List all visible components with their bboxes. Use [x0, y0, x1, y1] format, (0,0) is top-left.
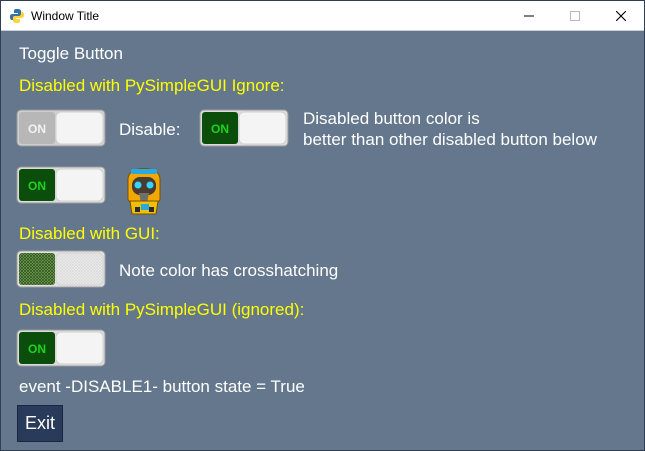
window-content: Toggle Button Disabled with PySimpleGUI … [1, 31, 644, 451]
toggle-disable-control-label: ON [211, 122, 229, 136]
maximize-icon [570, 10, 580, 21]
close-button[interactable] [598, 1, 644, 30]
toggle-enabled-label: ON [28, 179, 46, 193]
toggle-ignored-disabled[interactable]: ON [16, 109, 106, 147]
note-line-1: Disabled button color is [303, 109, 480, 128]
toggle-ignored-enabled-label: ON [28, 342, 46, 356]
section-label-pysimplegui-ignored: Disabled with PySimpleGUI (ignored): [19, 300, 305, 319]
toggle-ignored-disabled-label: ON [28, 122, 46, 136]
heading-toggle-button: Toggle Button [19, 44, 123, 63]
toggle-ignored-enabled[interactable]: ON [16, 329, 106, 367]
section-label-gui: Disabled with GUI: [19, 224, 160, 243]
disable-label: Disable: [119, 120, 181, 139]
robot-mascot-icon [127, 168, 161, 215]
crosshatch-note: Note color has crosshatching [119, 261, 339, 280]
note-line-2: better than other disabled button below [303, 130, 597, 149]
close-icon [616, 10, 626, 21]
main-window: Window Title Toggle Button Disabled with… [0, 0, 645, 451]
minimize-button[interactable] [506, 1, 552, 30]
python-logo-icon [10, 9, 24, 23]
window-title: Window Title [31, 9, 100, 23]
event-status-text: event -DISABLE1- button state = True [19, 377, 305, 396]
toggle-enabled[interactable]: ON [16, 166, 106, 204]
maximize-button[interactable] [552, 1, 598, 30]
title-bar[interactable]: Window Title [1, 1, 644, 31]
section-label-pysimplegui-ignore: Disabled with PySimpleGUI Ignore: [19, 76, 285, 95]
exit-button[interactable]: Exit [17, 405, 63, 442]
toggle-disable-control[interactable]: ON [199, 109, 289, 147]
toggle-gui-disabled[interactable] [16, 250, 106, 288]
minimize-icon [524, 15, 534, 16]
